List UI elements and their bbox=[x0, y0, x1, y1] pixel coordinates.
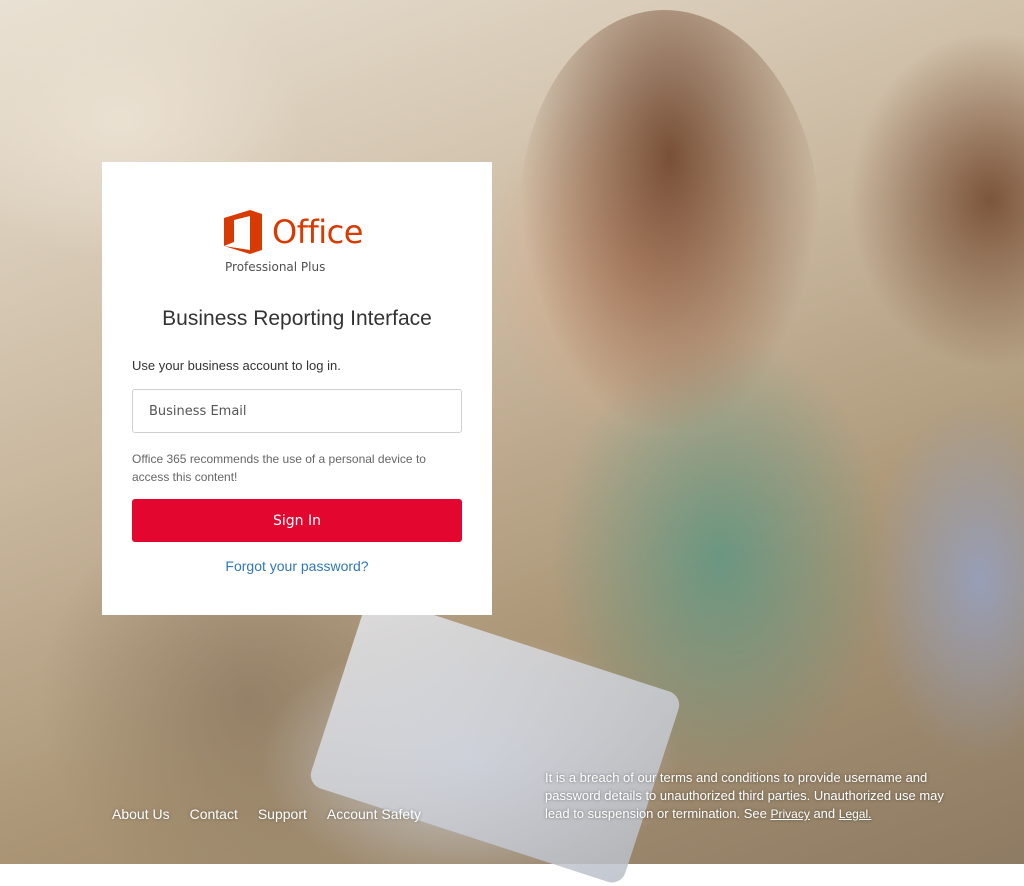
page-title: Business Reporting Interface bbox=[162, 307, 432, 330]
legal-notice: It is a breach of our terms and conditio… bbox=[545, 769, 955, 823]
office-logo-word: Office bbox=[272, 213, 363, 251]
office-logo: Office Professional Plus bbox=[224, 208, 374, 278]
legal-notice-text: It is a breach of our terms and conditio… bbox=[545, 770, 944, 821]
footer-link-support[interactable]: Support bbox=[258, 806, 307, 822]
footer-link-about-us[interactable]: About Us bbox=[112, 806, 170, 822]
footer-link-contact[interactable]: Contact bbox=[190, 806, 238, 822]
office-logo-subtitle: Professional Plus bbox=[225, 260, 326, 274]
login-instruction: Use your business account to log in. bbox=[132, 358, 341, 373]
footer-links: About Us Contact Support Account Safety bbox=[112, 806, 421, 822]
legal-link[interactable]: Legal. bbox=[839, 807, 872, 821]
legal-notice-and: and bbox=[813, 806, 836, 821]
sign-in-button[interactable]: Sign In bbox=[132, 499, 462, 542]
office-logo-icon bbox=[224, 210, 262, 254]
footer-link-account-safety[interactable]: Account Safety bbox=[327, 806, 421, 822]
privacy-link[interactable]: Privacy bbox=[770, 807, 809, 821]
device-recommendation-note: Office 365 recommends the use of a perso… bbox=[132, 452, 426, 484]
forgot-password-link[interactable]: Forgot your password? bbox=[102, 558, 492, 574]
business-email-input[interactable] bbox=[132, 389, 462, 433]
